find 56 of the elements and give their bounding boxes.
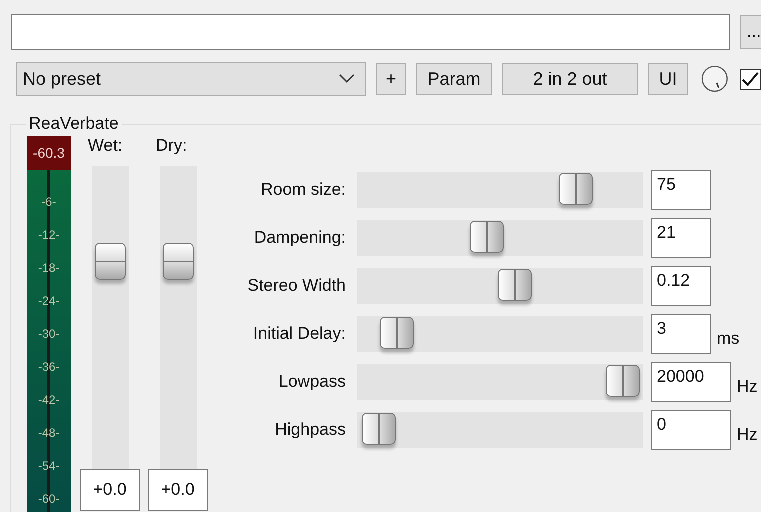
peak-readout: -60.3 <box>27 136 71 170</box>
slider-thumb[interactable] <box>558 173 593 205</box>
value-field[interactable]: 20000 <box>651 362 731 402</box>
browse-button[interactable]: ... <box>740 15 761 49</box>
slider-track[interactable] <box>357 316 643 352</box>
value-field[interactable]: 0.12 <box>651 266 711 306</box>
slider-thumb[interactable] <box>362 413 396 445</box>
slider-thumb[interactable] <box>606 365 640 397</box>
meter-scale-label: -6- <box>42 194 56 211</box>
slider-thumb[interactable] <box>470 221 504 253</box>
param-label: Lowpass <box>278 372 346 392</box>
meter-scale-label: -24- <box>38 293 60 310</box>
param-label: Dampening: <box>253 228 346 248</box>
slider-thumb[interactable] <box>498 269 532 301</box>
slider-track[interactable] <box>357 220 643 256</box>
fader-label: Wet: <box>87 136 123 157</box>
value-field[interactable]: 3 <box>651 314 711 354</box>
meter-scale-label: -42- <box>38 392 60 409</box>
slider-track[interactable] <box>357 268 643 304</box>
meter-scale-label: -60- <box>38 491 60 508</box>
fader-thumb[interactable] <box>162 243 194 280</box>
enable-checkbox[interactable] <box>740 68 761 90</box>
unit-label: ms <box>717 328 740 349</box>
fader-label: Dry: <box>155 136 188 157</box>
slider-track[interactable] <box>357 364 643 400</box>
fader-track[interactable] <box>92 166 128 469</box>
slider-track[interactable] <box>357 412 643 448</box>
toolbar-button[interactable]: + <box>376 63 406 95</box>
unit-label: Hz <box>737 376 758 397</box>
meter-scale-label: -54- <box>38 458 60 475</box>
toolbar-button[interactable]: UI <box>648 63 688 95</box>
param-label: Highpass <box>274 420 346 440</box>
meter-scale-label: -30- <box>38 326 60 343</box>
chevron-down-icon <box>339 74 356 84</box>
knob-icon[interactable] <box>701 64 730 94</box>
meter-scale-label: -18- <box>38 260 60 277</box>
fader-track[interactable] <box>160 166 196 469</box>
value-field[interactable]: 21 <box>651 218 711 258</box>
fader-value-field[interactable]: +0.0 <box>80 469 140 511</box>
slider-thumb[interactable] <box>380 317 414 349</box>
toolbar-button[interactable]: 2 in 2 out <box>502 63 638 95</box>
param-label: Initial Delay: <box>252 324 346 344</box>
meter-scale-label: -36- <box>38 359 60 376</box>
unit-label: Hz <box>737 424 758 445</box>
param-label: Stereo Width <box>246 276 346 296</box>
toolbar-button[interactable]: Param <box>416 63 492 95</box>
meter-scale-label: -48- <box>38 425 60 442</box>
preset-dropdown[interactable]: No preset <box>16 62 366 96</box>
fader-value-field[interactable]: +0.0 <box>148 469 208 511</box>
param-label: Room size: <box>260 180 346 200</box>
path-field[interactable] <box>11 14 730 50</box>
slider-track[interactable] <box>357 172 643 208</box>
fader-thumb[interactable] <box>94 243 126 280</box>
meter-scale-label: -12- <box>38 227 60 244</box>
value-field[interactable]: 0 <box>651 410 731 450</box>
value-field[interactable]: 75 <box>651 170 711 210</box>
